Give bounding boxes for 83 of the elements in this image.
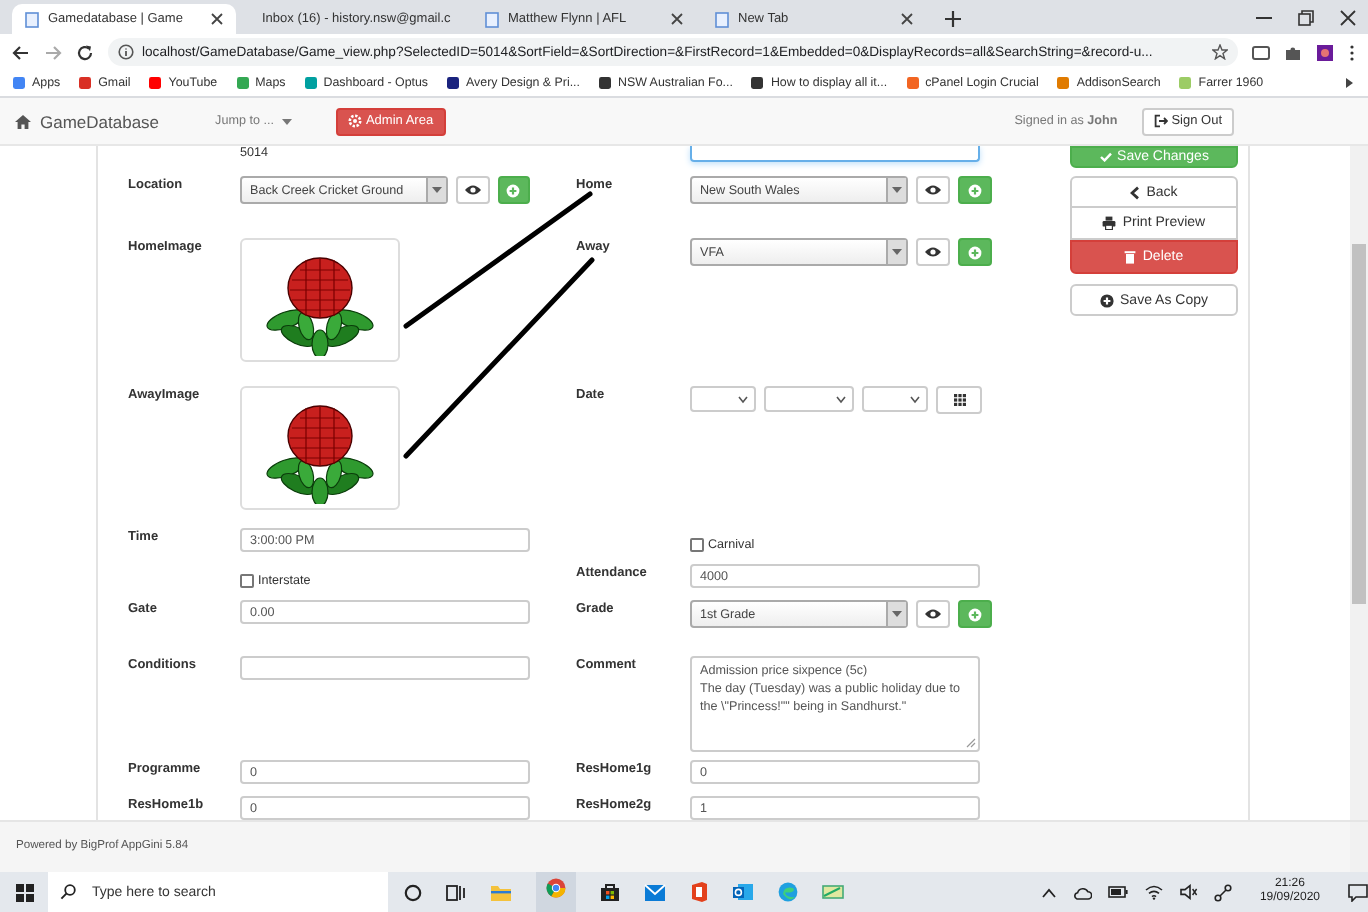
chevron-down-icon bbox=[836, 395, 846, 403]
screen-icon[interactable] bbox=[1252, 43, 1270, 61]
folder-icon[interactable] bbox=[490, 883, 512, 901]
chevron-right-icon[interactable] bbox=[1344, 76, 1356, 90]
scrollbar-thumb[interactable] bbox=[1352, 244, 1366, 604]
close-icon[interactable] bbox=[900, 12, 914, 26]
bookmark-icon bbox=[446, 76, 461, 90]
plus-circle-icon bbox=[506, 183, 521, 197]
star-icon[interactable] bbox=[1212, 44, 1228, 60]
page-icon bbox=[484, 11, 500, 27]
checkbox[interactable] bbox=[240, 573, 254, 587]
bookmark-icon bbox=[235, 76, 250, 90]
chevron-up-icon[interactable] bbox=[1041, 887, 1056, 897]
close-icon[interactable] bbox=[670, 12, 684, 26]
circle-icon[interactable] bbox=[404, 883, 422, 901]
close-icon[interactable] bbox=[1340, 9, 1356, 25]
network-icon[interactable] bbox=[1213, 883, 1232, 901]
check-icon bbox=[1099, 152, 1112, 162]
grid-icon bbox=[953, 394, 965, 406]
speaker-icon[interactable] bbox=[1179, 884, 1198, 900]
close-icon[interactable] bbox=[210, 12, 224, 26]
conditions-field[interactable] bbox=[240, 656, 530, 680]
view-button[interactable] bbox=[456, 176, 490, 204]
search-icon bbox=[60, 884, 76, 900]
eye-icon bbox=[924, 184, 942, 196]
plus-circle-icon bbox=[968, 183, 982, 197]
caret-icon bbox=[892, 186, 902, 194]
task-view-icon[interactable] bbox=[446, 883, 466, 901]
bookmark-icon bbox=[148, 76, 163, 90]
calendar-button[interactable] bbox=[936, 386, 982, 414]
bookmark-icon bbox=[1178, 76, 1193, 90]
bookmark-icon bbox=[750, 76, 765, 90]
cloud-icon[interactable] bbox=[1071, 885, 1092, 899]
restore-icon[interactable] bbox=[1298, 9, 1314, 25]
plus-circle-icon bbox=[968, 607, 982, 621]
document-icon[interactable] bbox=[690, 882, 708, 902]
bookmark-icon bbox=[1056, 76, 1071, 90]
new-tab-icon[interactable] bbox=[944, 10, 962, 28]
windows-logo-icon[interactable] bbox=[15, 883, 33, 901]
plus-circle-icon bbox=[1100, 293, 1115, 307]
gear-icon bbox=[347, 114, 362, 128]
bookmark-icon bbox=[905, 76, 920, 90]
back-arrow-icon[interactable] bbox=[12, 43, 30, 61]
notification-icon[interactable] bbox=[1348, 883, 1368, 901]
caret-icon bbox=[892, 610, 902, 618]
chevron-down-icon bbox=[738, 395, 748, 403]
browser-icon[interactable] bbox=[546, 878, 566, 898]
view-button[interactable] bbox=[916, 238, 950, 266]
brand-title[interactable]: GameDatabase bbox=[40, 111, 160, 131]
text-field[interactable] bbox=[690, 146, 980, 162]
menu-icon[interactable] bbox=[1348, 43, 1356, 61]
view-button[interactable] bbox=[916, 600, 950, 628]
scrollbar[interactable] bbox=[1350, 146, 1368, 820]
bookmark-icon bbox=[12, 76, 26, 90]
bookmark-icon bbox=[78, 76, 93, 90]
page-icon bbox=[24, 11, 40, 27]
bookmark-icon bbox=[303, 76, 318, 90]
mail-app-icon[interactable] bbox=[732, 882, 754, 902]
battery-icon[interactable] bbox=[1107, 886, 1128, 898]
eye-icon bbox=[924, 608, 942, 620]
shopping-bag-icon[interactable] bbox=[600, 882, 620, 902]
trash-icon bbox=[1124, 250, 1137, 264]
plus-circle-icon bbox=[968, 245, 982, 259]
caret-icon bbox=[892, 248, 902, 256]
profile-icon[interactable] bbox=[1316, 43, 1334, 61]
wifi-icon[interactable] bbox=[1143, 884, 1164, 900]
eye-icon bbox=[463, 184, 482, 196]
chevron-left-icon bbox=[1130, 185, 1141, 199]
info-icon bbox=[118, 44, 134, 60]
eye-icon bbox=[924, 246, 942, 258]
caret-icon bbox=[281, 117, 292, 125]
page-icon bbox=[714, 11, 730, 27]
checkbox[interactable] bbox=[690, 537, 704, 551]
mail-icon[interactable] bbox=[644, 883, 666, 901]
view-button[interactable] bbox=[916, 176, 950, 204]
printer-icon bbox=[1102, 216, 1117, 230]
home-icon bbox=[14, 113, 32, 129]
sign-out-icon bbox=[1153, 114, 1168, 128]
resize-grip-icon[interactable] bbox=[966, 738, 976, 748]
chevron-down-icon bbox=[910, 395, 920, 403]
bookmark-icon bbox=[598, 76, 612, 90]
caret-icon bbox=[432, 186, 443, 194]
reload-icon[interactable] bbox=[76, 43, 94, 61]
